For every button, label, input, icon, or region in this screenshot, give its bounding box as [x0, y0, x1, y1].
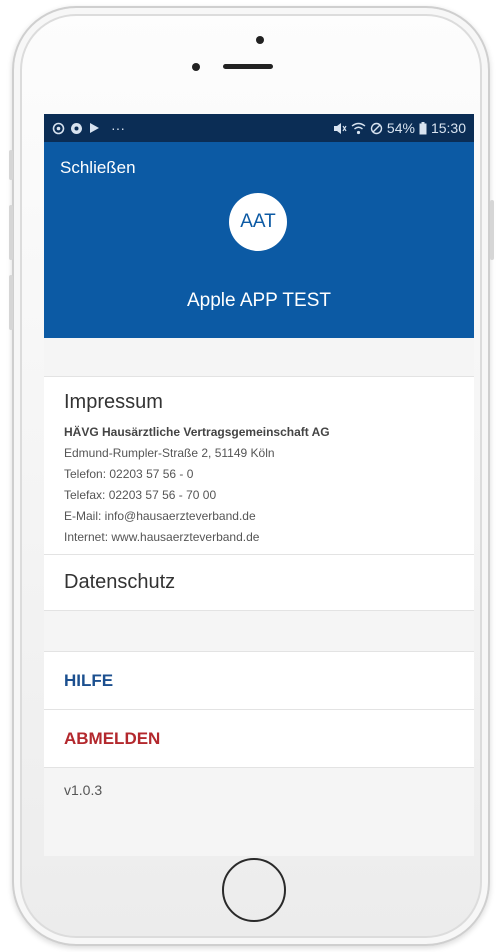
phone-number[interactable]: Telefon: 02203 57 56 - 0: [64, 464, 454, 485]
battery-icon: [419, 121, 427, 134]
help-item[interactable]: HILFE: [44, 652, 474, 710]
silent-switch: [9, 150, 13, 180]
close-button[interactable]: Schließen: [60, 158, 136, 178]
earpiece-speaker: [223, 64, 273, 69]
spacer: [44, 338, 474, 377]
datenschutz-title: Datenschutz: [64, 571, 176, 593]
status-bar-right: 54% 15:30: [333, 120, 466, 136]
clock: 15:30: [430, 120, 466, 136]
mute-icon: [333, 122, 347, 134]
more-dots-icon: ···: [111, 120, 125, 136]
volume-down-button: [9, 275, 13, 330]
spacer: [44, 611, 474, 652]
play-icon: [90, 123, 99, 133]
impressum-title: Impressum: [64, 391, 163, 413]
volume-up-button: [9, 205, 13, 260]
logout-item[interactable]: ABMELDEN: [44, 710, 474, 768]
avatar: AAT: [229, 193, 287, 251]
email-link[interactable]: E-Mail: info@hausaerzteverband.de: [64, 506, 454, 527]
company-name: HÄVG Hausärztliche Vertragsgemeinschaft …: [64, 425, 330, 439]
impressum-section: Impressum HÄVG Hausärztliche Vertragsgem…: [44, 377, 474, 555]
website-link[interactable]: Internet: www.hausaerzteverband.de: [64, 527, 454, 548]
version-label: v1.0.3: [44, 768, 474, 812]
wifi-icon: [351, 122, 366, 134]
help-button[interactable]: HILFE: [64, 671, 113, 691]
datenschutz-item[interactable]: Datenschutz: [44, 555, 474, 611]
address: Edmund-Rumpler-Straße 2, 51149 Köln: [64, 446, 275, 460]
whatsapp-icon: [52, 122, 65, 134]
screen: ··· 54% 15:30 Schließen AAT Apple APP TE…: [44, 114, 474, 856]
power-button: [490, 200, 494, 260]
fax-number: Telefax: 02203 57 56 - 70 00: [64, 488, 217, 502]
chrome-icon: [71, 122, 82, 134]
battery-percent: 54%: [386, 120, 415, 136]
status-bar: ··· 54% 15:30: [44, 114, 474, 142]
no-signal-icon: [370, 122, 383, 134]
profile-header: Schließen AAT Apple APP TEST: [44, 142, 474, 338]
logout-button[interactable]: ABMELDEN: [64, 729, 160, 749]
status-bar-left: ···: [52, 120, 125, 136]
home-button[interactable]: [222, 858, 286, 922]
app-name: Apple APP TEST: [187, 290, 331, 311]
proximity-sensor: [192, 63, 200, 71]
front-camera: [256, 36, 264, 44]
